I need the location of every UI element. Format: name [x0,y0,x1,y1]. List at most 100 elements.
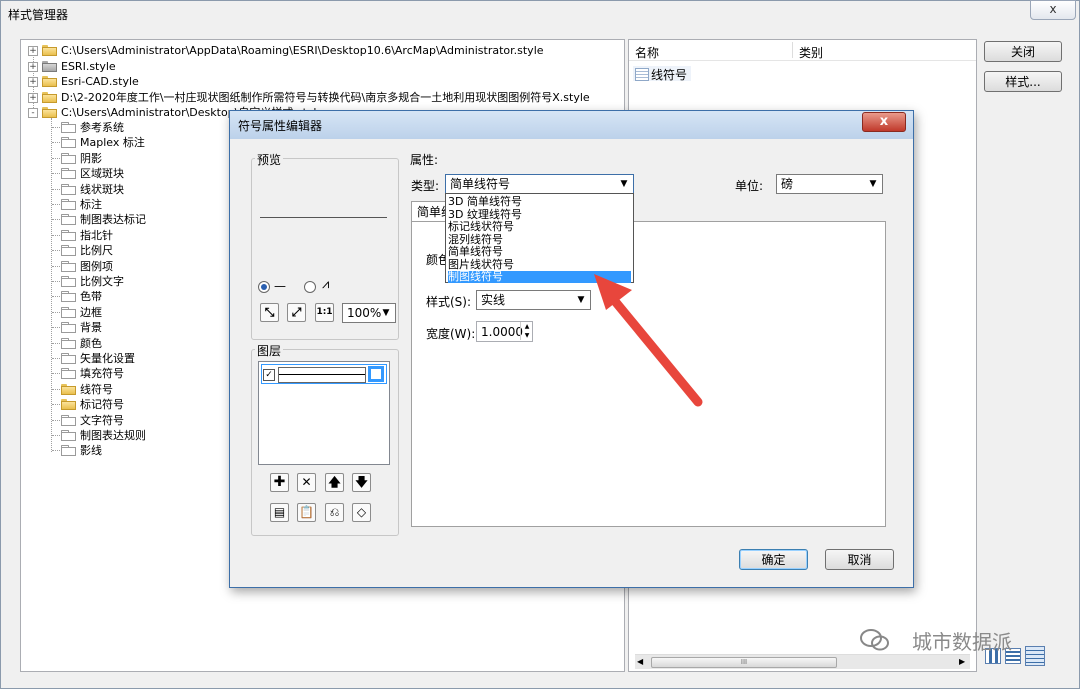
scroll-thumb[interactable]: III [651,657,837,668]
folder-icon [61,337,77,349]
dropdown-option[interactable]: 混列线符号 [448,233,631,246]
tree-subfolder-label: 影线 [80,444,102,458]
radio-wave-preview[interactable] [304,281,316,293]
tree-subfolder-label: 填充符号 [80,367,124,381]
paste-layer-icon[interactable]: 📋 [297,503,316,522]
tree-subfolder[interactable]: 影线 [21,443,221,458]
dialog-title: 符号属性编辑器 [238,119,323,133]
dropdown-option[interactable]: 简单线符号 [448,246,631,258]
tree-subfolder-label: 指北针 [80,228,113,242]
folder-icon [61,122,77,133]
width-stepper[interactable]: 1.0000 ▲ ▼ [476,321,533,342]
scroll-left-icon[interactable]: ◀ [637,657,643,666]
unit-select[interactable]: 磅 ▼ [776,174,883,194]
dropdown-option[interactable]: 标记线状符号 [448,221,631,233]
layers-label: 图层 [255,342,284,359]
spin-down-icon[interactable]: ▼ [520,331,533,340]
type-select[interactable]: 简单线符号 ▼ [445,174,634,194]
tree-subfolder[interactable]: 区域斑块 [21,166,221,181]
tree-subfolder[interactable]: 图例项 [21,259,221,274]
window-close-button[interactable]: x [1030,0,1076,20]
chevron-down-icon: ▼ [869,179,877,189]
expand-icon[interactable]: + [28,61,38,72]
line-style-select[interactable]: 实线 ▼ [476,290,591,310]
ok-button[interactable]: 确定 [739,549,808,570]
symbol-property-editor-dialog: 符号属性编辑器 x 预览 — ⩘ ⤡ ⤢ 1:1 100% ▼ 图层 ✓ ✚ ✕ … [229,110,914,588]
layer-row[interactable]: ✓ [261,364,387,384]
remove-layer-button[interactable]: ✕ [297,473,316,492]
lock-icon[interactable] [368,366,384,382]
tree-subfolder[interactable]: 颜色 [21,336,221,351]
layers-list[interactable]: ✓ [258,361,390,465]
move-down-button[interactable]: 🡇 [352,473,371,492]
tree-node[interactable]: + C:\Users\Administrator\AppData\Roaming\… [21,43,621,58]
reset-layer-icon[interactable]: ⎌ [325,503,344,522]
folder-icon [42,107,58,118]
tree-subfolder[interactable]: 标记符号 [21,397,221,412]
list-item[interactable]: 线符号 [633,66,691,82]
column-header-name[interactable]: 名称 [635,44,659,61]
zoom-select[interactable]: 100% ▼ [342,303,396,323]
styles-button[interactable]: 样式... [984,71,1062,92]
zoom-1to1-button[interactable]: 1:1 [315,303,334,322]
zoom-fit-button[interactable]: ⤡ [260,303,279,322]
tree-subfolder[interactable]: 标注 [21,197,221,212]
expand-icon[interactable]: + [28,46,38,56]
tree-subfolder[interactable]: 线状斑块 [21,182,221,197]
folder-icon [42,91,58,103]
close-button[interactable]: 关闭 [984,41,1062,62]
add-layer-button[interactable]: ✚ [270,473,289,492]
move-up-button[interactable]: 🡅 [325,473,344,492]
tree-subfolder[interactable]: 制图表达规则 [21,428,221,443]
dropdown-option[interactable]: 3D 纹理线符号 [448,208,631,221]
chevron-down-icon: ▼ [620,179,628,189]
tree-subfolder[interactable]: 线符号 [21,382,221,397]
folder-icon [61,399,77,411]
tree-node-label: Esri-CAD.style [61,75,139,88]
tree-subfolder-label: 阴影 [80,151,102,165]
expand-icon[interactable]: + [28,77,38,87]
tree-subfolder[interactable]: 制图表达标记 [21,212,221,227]
tree-subfolder[interactable]: 边框 [21,305,221,320]
tree-subfolder[interactable]: 背景 [21,320,221,335]
tree-subfolder-label: 背景 [80,321,102,335]
folder-icon [61,306,77,318]
tree-subfolder[interactable]: 填充符号 [21,366,221,381]
scroll-right-icon[interactable]: ▶ [959,657,965,666]
zoom-full-button[interactable]: ⤢ [287,303,306,322]
tree-subfolder-label: 色带 [80,290,102,304]
tree-node[interactable]: + Esri-CAD.style [21,74,621,89]
folder-icon [61,276,77,287]
tree-subfolder[interactable]: 文字符号 [21,413,221,428]
tree-subfolder[interactable]: Maplex 标注 [21,135,221,150]
dialog-close-button[interactable]: x [862,112,906,132]
folder-icon [61,183,77,195]
folder-icon [61,383,77,395]
tree-subfolder-label: 线状斑块 [80,182,124,196]
tree-subfolder[interactable]: 比例尺 [21,243,221,258]
radio-line-preview[interactable] [258,281,270,293]
horizontal-scrollbar[interactable]: ◀ III ▶ [635,654,970,669]
column-header-category[interactable]: 类别 [799,44,823,61]
folder-icon [61,199,77,210]
chevron-down-icon: ▼ [382,308,390,318]
spin-up-icon[interactable]: ▲ [520,322,533,331]
tree-subfolder[interactable]: 矢量化设置 [21,351,221,366]
tag-layer-icon[interactable]: ◇ [352,503,371,522]
tree-subfolder[interactable]: 色带 [21,289,221,304]
copy-layer-icon[interactable]: ▤ [270,503,289,522]
folder-icon [61,291,77,303]
expand-icon[interactable]: + [28,92,38,103]
collapse-icon[interactable]: - [28,108,38,118]
tree-subfolder[interactable]: 阴影 [21,151,221,166]
dropdown-option[interactable]: 3D 简单线符号 [448,196,631,208]
tree-subfolder[interactable]: 指北针 [21,228,221,243]
tree-subfolder[interactable]: 比例文字 [21,274,221,289]
cancel-button[interactable]: 取消 [825,549,894,570]
tree-node[interactable]: + ESRI.style [21,59,621,74]
tree-subfolder[interactable]: 参考系统 [21,120,221,135]
folder-icon [61,168,77,180]
tree-node[interactable]: + D:\2-2020年度工作\一村庄现状图纸制作所需符号与转换代码\南京多规合一… [21,90,621,105]
details-view-icon[interactable] [1025,646,1045,666]
layer-checkbox[interactable]: ✓ [263,369,275,381]
